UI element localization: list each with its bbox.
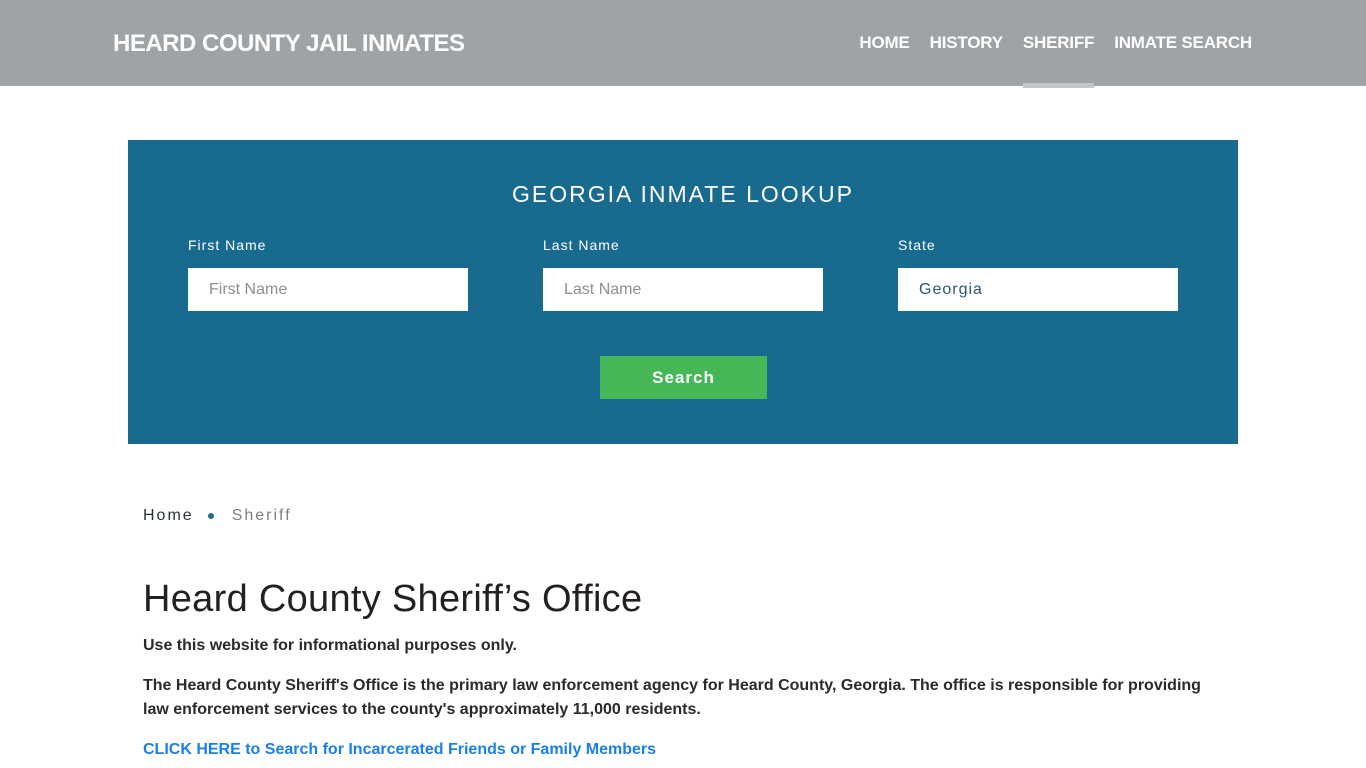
- last-name-input[interactable]: [543, 268, 823, 311]
- nav-item-inmate-search[interactable]: INMATE SEARCH: [1114, 33, 1252, 53]
- search-button[interactable]: Search: [600, 356, 767, 399]
- site-brand-link[interactable]: HEARD COUNTY JAIL INMATES: [113, 30, 465, 58]
- main-nav: HOME HISTORY SHERIFF INMATE SEARCH: [839, 33, 1252, 88]
- disclaimer-text: Use this website for informational purpo…: [143, 637, 517, 654]
- lookup-title: GEORGIA INMATE LOOKUP: [512, 181, 854, 207]
- top-navbar: HEARD COUNTY JAIL INMATES HOME HISTORY S…: [0, 0, 1366, 88]
- description-text: The Heard County Sheriff's Office is the…: [143, 677, 1201, 718]
- first-name-label: First Name: [188, 237, 267, 253]
- nav-item-home[interactable]: HOME: [859, 33, 909, 53]
- search-inmates-cta-link[interactable]: CLICK HERE to Search for Incarcerated Fr…: [143, 738, 656, 762]
- last-name-label: Last Name: [543, 237, 620, 253]
- breadcrumb-separator-dot-icon: [207, 513, 214, 519]
- breadcrumb-current: Sheriff: [231, 507, 292, 524]
- first-name-input[interactable]: [188, 268, 468, 311]
- page-title: Heard County Sheriff’s Office: [143, 578, 643, 620]
- state-label: State: [898, 237, 936, 253]
- breadcrumb: Home Sheriff: [143, 507, 292, 525]
- nav-item-history[interactable]: HISTORY: [930, 33, 1003, 53]
- breadcrumb-home-link[interactable]: Home: [143, 507, 194, 525]
- state-select[interactable]: [898, 268, 1178, 311]
- nav-item-sheriff[interactable]: SHERIFF: [1022, 33, 1095, 88]
